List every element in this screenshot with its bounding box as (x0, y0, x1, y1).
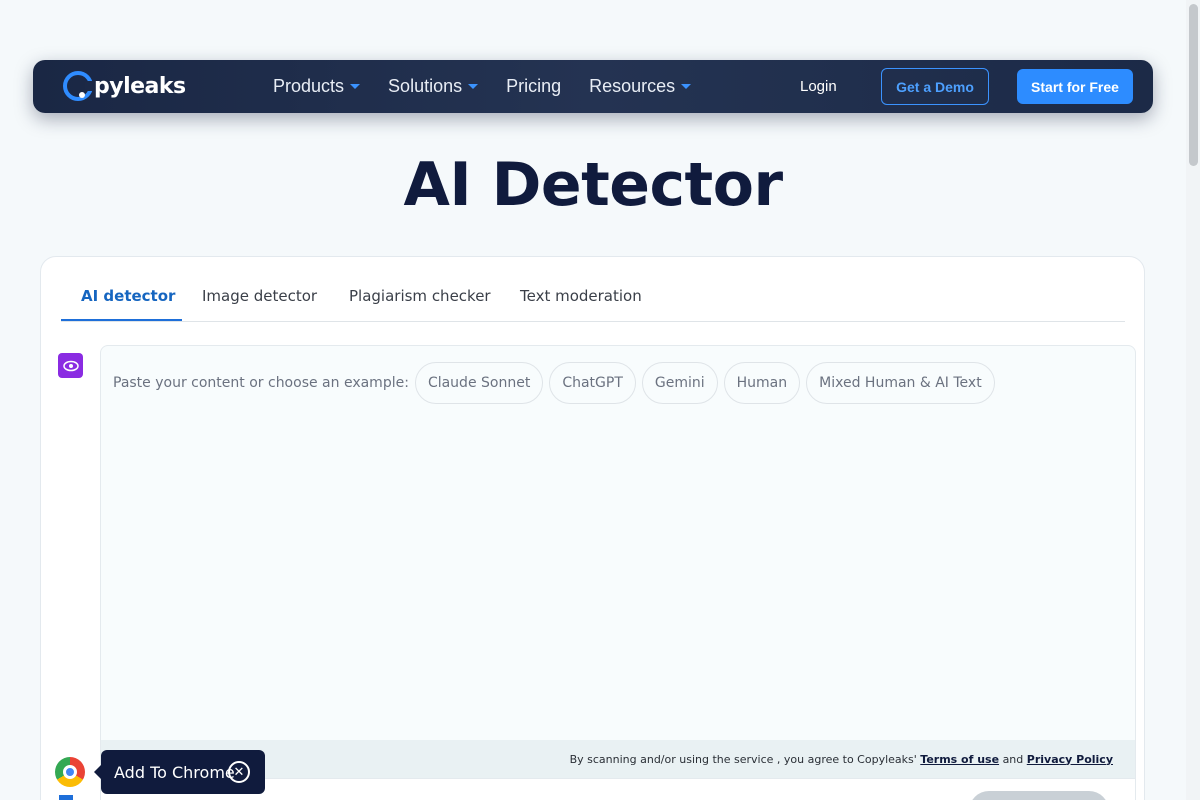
page-title: AI Detector (403, 150, 783, 220)
terms-prefix: By scanning and/or using the service , y… (569, 752, 917, 766)
add-to-chrome-banner[interactable]: Add To Chrome ✕ (94, 750, 265, 794)
nav-resources[interactable]: Resources (589, 76, 692, 97)
privacy-policy-link[interactable]: Privacy Policy (1027, 753, 1113, 766)
scrollbar-thumb[interactable] (1189, 4, 1198, 166)
content-editor[interactable]: Paste your content or choose an example:… (100, 345, 1136, 800)
main-nav: Products Solutions Pricing Resources (273, 60, 719, 113)
copyleaks-logo[interactable]: pyleaks (63, 69, 186, 103)
tab-plagiarism-checker[interactable]: Plagiarism checker (349, 287, 491, 305)
start-free-button[interactable]: Start for Free (1017, 69, 1133, 104)
nav-resources-label: Resources (589, 76, 676, 96)
tab-ai-detector[interactable]: AI detector (81, 287, 175, 305)
chrome-icon[interactable] (55, 757, 85, 787)
tab-text-moderation[interactable]: Text moderation (520, 287, 642, 305)
editor-placeholder: Paste your content or choose an example: (113, 375, 409, 391)
terms-and: and (1002, 752, 1024, 766)
example-row: Paste your content or choose an example:… (113, 362, 1001, 404)
footer-edge-marker (59, 795, 73, 800)
example-chip-human[interactable]: Human (723, 362, 801, 404)
eye-toggle-button[interactable] (58, 353, 83, 378)
nav-pricing[interactable]: Pricing (506, 76, 561, 97)
logo-text: pyleaks (94, 73, 186, 99)
scan-button[interactable] (969, 791, 1109, 800)
nav-pricing-label: Pricing (506, 76, 562, 96)
tab-image-detector[interactable]: Image detector (202, 287, 317, 305)
chevron-down-icon (468, 84, 479, 89)
nav-solutions-label: Solutions (388, 76, 463, 96)
get-demo-button[interactable]: Get a Demo (881, 68, 989, 105)
example-chip-chatgpt[interactable]: ChatGPT (549, 362, 636, 404)
tab-bar: AI detector Image detector Plagiarism ch… (61, 257, 1125, 322)
login-link[interactable]: Login (800, 78, 837, 95)
logo-c-mark (63, 71, 95, 101)
terms-of-use-link[interactable]: Terms of use (920, 753, 999, 766)
close-icon[interactable]: ✕ (228, 761, 250, 783)
nav-solutions[interactable]: Solutions (388, 76, 479, 97)
active-tab-indicator (61, 319, 182, 321)
page-scrollbar[interactable] (1186, 0, 1200, 800)
example-chip-gemini[interactable]: Gemini (641, 362, 718, 404)
top-navbar: pyleaks Products Solutions Pricing Resou… (33, 60, 1153, 113)
nav-products[interactable]: Products (273, 76, 361, 97)
eye-icon (62, 360, 79, 371)
nav-products-label: Products (273, 76, 345, 96)
example-chip-claude-sonnet[interactable]: Claude Sonnet (414, 362, 544, 404)
add-to-chrome-label: Add To Chrome (114, 762, 235, 782)
detector-card: AI detector Image detector Plagiarism ch… (40, 256, 1145, 800)
example-chip-mixed[interactable]: Mixed Human & AI Text (806, 362, 995, 404)
chevron-down-icon (350, 84, 361, 89)
chevron-down-icon (681, 84, 692, 89)
